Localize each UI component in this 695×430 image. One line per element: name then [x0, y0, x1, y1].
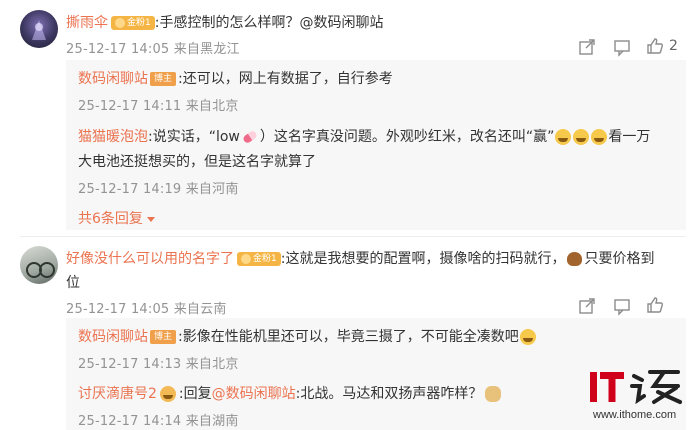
avatar-image [26, 262, 55, 278]
user-badge-icon [159, 385, 176, 402]
comment-text: :这就是我想要的配置啊，摄像啥的扫码就行， [280, 251, 566, 267]
reply-meta: 25-12-17 14:13 来自北京 [78, 357, 239, 372]
reply-header: 猫猫暖泡泡:说实话，“low ）这名字真没问题。外观吵红米，改名还叫“赢” 看一万 [78, 126, 650, 146]
reply-text-line2: 大电池还挺想买的，但是这名字就算了 [78, 154, 316, 170]
comment-meta: 25-12-17 14:05 来自云南 [66, 302, 227, 317]
medal-icon [241, 253, 251, 264]
reply-text-c: 看一万 [608, 129, 651, 145]
reply-text-b: ）这名字真没问题。外观吵红米，改名还叫“赢” [259, 129, 555, 145]
like-count: 2 [669, 38, 678, 54]
reply-username[interactable]: 数码闲聊站 [78, 71, 148, 87]
reply-header: 数码闲聊站 博主:影像在性能机里还可以，毕竟三摄了，不可能全凑数吧 [78, 326, 537, 346]
reply-text: :北战。马达和双扬声器咋样？ [295, 386, 483, 402]
avatar[interactable] [20, 10, 58, 48]
more-replies-label: 共6条回复 [78, 211, 143, 227]
owner-badge: 博主 [150, 329, 177, 344]
chevron-down-icon [146, 216, 155, 222]
poop-emoji-icon [567, 251, 583, 266]
reply-username[interactable]: 猫猫暖泡泡 [78, 129, 148, 145]
comment-text-cont: 只要价格到 [584, 251, 655, 267]
reply-header: 讨厌滴唐号2 :回复@数码闲聊站:北战。马达和双扬声器咋样？ [78, 383, 502, 403]
reply-username[interactable]: 讨厌滴唐号2 [78, 386, 157, 402]
reply-header: 数码闲聊站 博主:还可以，网上有数据了，自行参考 [78, 68, 393, 88]
avatar[interactable] [20, 246, 58, 284]
reply-meta: 25-12-17 14:19 来自河南 [78, 182, 239, 197]
laugh-cry-emoji-icon [573, 128, 590, 145]
comment-header: 好像没什么可以用的名字了 金粉1:这就是我想要的配置啊，摄像啥的扫码就行， 只要价格… [66, 248, 654, 268]
watermark-site: www.ithome.com [593, 409, 677, 421]
avatar-image [32, 20, 46, 40]
ithome-logo [590, 370, 682, 405]
reply-prefix: :回复 [178, 386, 212, 402]
fan-badge: 金粉1 [111, 15, 155, 30]
more-replies-link[interactable]: 共6条回复 [78, 208, 155, 228]
mention-link[interactable]: @数码闲聊站 [212, 386, 296, 402]
laugh-cry-emoji-icon [555, 128, 572, 145]
fan-badge-label: 金粉1 [127, 17, 151, 28]
reply-text: :还可以，网上有数据了，自行参考 [178, 71, 393, 87]
like-icon[interactable] [645, 295, 665, 315]
fan-badge-label: 金粉1 [253, 253, 277, 264]
doge-emoji-icon [485, 385, 502, 402]
reply-text-a: :说实话，“low [148, 129, 240, 145]
share-icon[interactable] [577, 37, 597, 57]
comment-meta: 25-12-17 14:05 来自黑龙江 [66, 42, 240, 57]
fan-badge: 金粉1 [237, 251, 281, 266]
laugh-cry-emoji-icon [591, 128, 608, 145]
comment-header: 撕雨伞 金粉1:手感控制的怎么样啊？@数码闲聊站 [66, 12, 383, 32]
comment-username[interactable]: 好像没什么可以用的名字了 [66, 251, 234, 267]
grin-emoji-icon [519, 328, 536, 345]
pill-emoji-icon [241, 129, 258, 144]
reply-username[interactable]: 数码闲聊站 [78, 329, 148, 345]
like-icon[interactable] [645, 36, 665, 56]
reply-meta: 25-12-17 14:14 来自湖南 [78, 414, 239, 429]
reply-meta: 25-12-17 14:11 来自北京 [78, 99, 239, 114]
comment-username[interactable]: 撕雨伞 [66, 15, 108, 31]
owner-badge: 博主 [150, 71, 177, 86]
comment-icon[interactable] [612, 296, 632, 316]
share-icon[interactable] [577, 296, 597, 316]
divider [20, 236, 686, 237]
comment-text-line2: 位 [66, 275, 80, 291]
comment-text: :手感控制的怎么样啊？@数码闲聊站 [154, 15, 384, 31]
reply-text: :影像在性能机里还可以，毕竟三摄了，不可能全凑数吧 [178, 329, 519, 345]
medal-icon [115, 17, 125, 28]
comment-icon[interactable] [612, 37, 632, 57]
